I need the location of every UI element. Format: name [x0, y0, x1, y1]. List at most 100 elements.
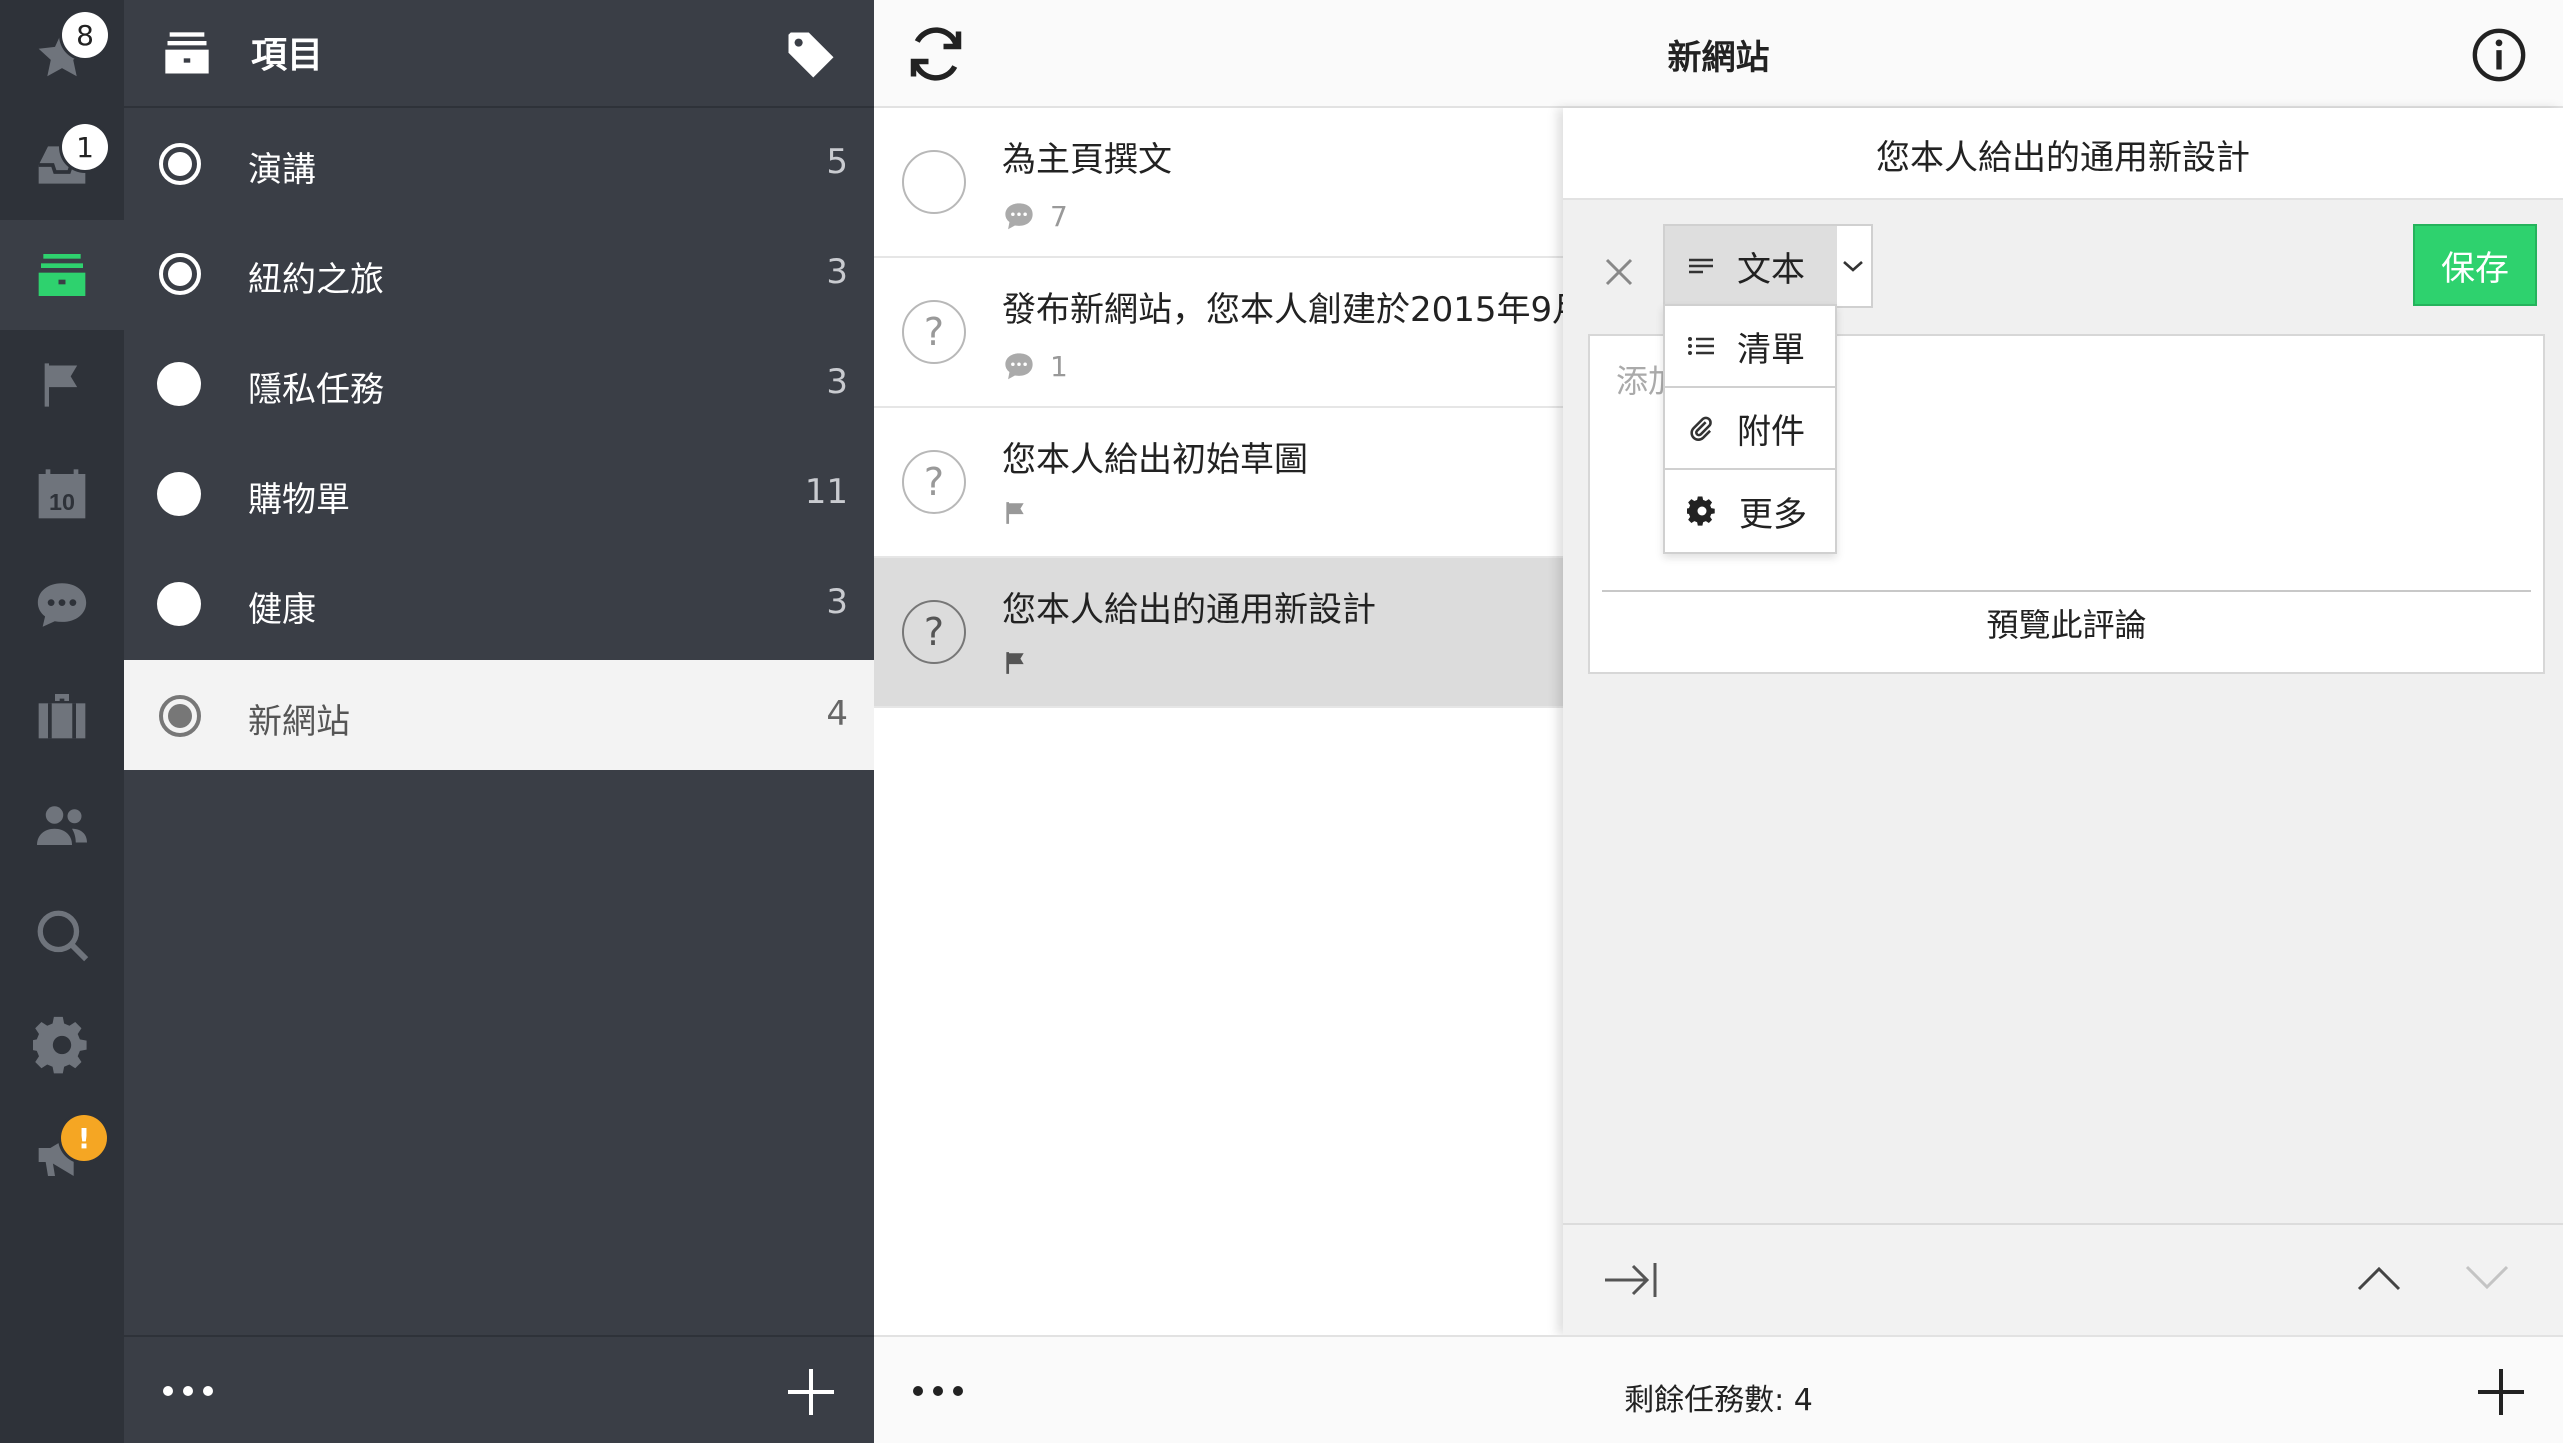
briefcase-icon — [38, 694, 86, 739]
paperclip-icon — [1690, 416, 1712, 441]
rail-calendar-button[interactable]: 10 — [0, 440, 124, 550]
task-meta: 7 — [1002, 200, 1068, 233]
preview-comment-button[interactable]: 預覽此評論 — [1602, 590, 2531, 670]
comment-type-menu: 清單 附件 更多 — [1663, 304, 1837, 554]
rail-settings-button[interactable] — [0, 990, 124, 1100]
option-label: 清單 — [1737, 329, 1805, 370]
add-task-icon[interactable] — [2474, 1365, 2528, 1419]
project-ring-icon — [159, 253, 201, 295]
project-count: 5 — [826, 142, 848, 182]
task-item[interactable]: ? 發布新網站，您本人創建於2015年9月 1 — [874, 258, 1564, 408]
gear-icon — [1687, 496, 1715, 526]
task-item[interactable]: 為主頁撰文 7 — [874, 108, 1564, 258]
calendar-day: 10 — [49, 489, 75, 515]
next-task-icon[interactable] — [2463, 1263, 2511, 1293]
task-footer: 剩餘任務數: 4 — [874, 1335, 2563, 1443]
news-alert-badge: ! — [61, 1115, 107, 1161]
projects-header: 項目 — [124, 0, 874, 108]
project-item-health[interactable]: 健康 3 — [124, 548, 874, 658]
calendar-icon: 10 — [38, 469, 86, 519]
task-meta — [1002, 650, 1028, 676]
type-option-more[interactable]: 更多 — [1665, 470, 1835, 552]
close-icon[interactable] — [1593, 246, 1645, 298]
project-item-new-website[interactable]: 新網站 4 — [124, 660, 874, 770]
project-label: 演講 — [248, 150, 316, 190]
project-ring-icon — [159, 143, 201, 185]
rail-starred-button[interactable]: 8 — [0, 0, 124, 110]
starred-badge: 8 — [62, 12, 108, 58]
previous-task-icon[interactable] — [2355, 1263, 2403, 1293]
task-status-question[interactable]: ? — [902, 600, 966, 664]
task-title: 您本人給出初始草圖 — [1002, 440, 1308, 480]
tag-icon[interactable] — [784, 28, 838, 82]
task-title: 您本人給出的通用新設計 — [1002, 590, 1376, 630]
projects-panel: 項目 演講 5 紐約之旅 3 隱私任務 3 購物單 11 健康 3 新網站 4 — [124, 0, 874, 1443]
comment-count: 7 — [1050, 200, 1068, 233]
project-label: 紐約之旅 — [248, 260, 384, 300]
detail-panel: 您本人給出的通用新設計 添加 預覽此評論 文本 清單 附件 更多 保存 — [1563, 108, 2563, 1335]
task-title: 發布新網站，您本人創建於2015年9月 — [1002, 290, 1564, 330]
project-item-nyc-trip[interactable]: 紐約之旅 3 — [124, 218, 874, 328]
more-icon[interactable] — [158, 1375, 218, 1407]
add-project-icon[interactable] — [784, 1365, 838, 1419]
rail-chat-button[interactable] — [0, 550, 124, 660]
type-option-list[interactable]: 清單 — [1665, 306, 1835, 388]
project-count: 3 — [826, 252, 848, 292]
task-meta: 1 — [1002, 350, 1068, 383]
gear-icon — [33, 1016, 87, 1074]
info-icon[interactable] — [2470, 26, 2528, 84]
list-icon — [1688, 337, 1714, 355]
projects-footer — [124, 1335, 874, 1443]
search-icon — [37, 910, 89, 962]
task-item-selected[interactable]: ? 您本人給出的通用新設計 — [874, 558, 1564, 708]
project-count: 3 — [826, 362, 848, 402]
detail-footer — [1563, 1223, 2563, 1335]
project-count: 4 — [826, 694, 848, 734]
project-dot-icon — [157, 362, 201, 406]
comment-type-selected[interactable]: 文本 — [1665, 226, 1837, 306]
flag-icon — [1006, 652, 1024, 674]
rail-search-button[interactable] — [0, 880, 124, 990]
type-dropdown-caret[interactable] — [1835, 226, 1871, 306]
rail-news-button[interactable]: ! — [0, 1100, 124, 1210]
projects-icon — [38, 254, 86, 296]
task-list: 為主頁撰文 7 ? 發布新網站，您本人創建於2015年9月 1 ? 您本人給出初… — [874, 108, 1564, 1335]
projects-header-icon — [165, 32, 209, 74]
rail-review-button[interactable] — [0, 660, 124, 770]
rail-people-button[interactable] — [0, 770, 124, 880]
rail-projects-button[interactable] — [0, 220, 124, 330]
comment-type-select[interactable]: 文本 — [1663, 224, 1873, 308]
task-status-question[interactable]: ? — [902, 300, 966, 364]
project-count: 11 — [804, 472, 848, 512]
project-label: 新網站 — [248, 702, 350, 742]
project-count: 3 — [826, 582, 848, 622]
task-title: 為主頁撰文 — [1002, 140, 1172, 180]
inbox-badge: 1 — [62, 124, 108, 170]
project-dot-icon — [157, 582, 201, 626]
task-checkbox[interactable] — [902, 150, 966, 214]
task-item[interactable]: ? 您本人給出初始草圖 — [874, 408, 1564, 558]
task-status-question[interactable]: ? — [902, 450, 966, 514]
save-button[interactable]: 保存 — [2413, 224, 2537, 306]
project-item-shopping[interactable]: 購物單 11 — [124, 438, 874, 548]
rail-inbox-button[interactable]: 1 — [0, 110, 124, 220]
option-label: 更多 — [1739, 494, 1807, 535]
type-option-attachment[interactable]: 附件 — [1665, 388, 1835, 470]
projects-title: 項目 — [251, 35, 324, 76]
option-label: 附件 — [1737, 411, 1805, 452]
page-title: 新網站 — [1667, 38, 1770, 78]
text-lines-icon — [1689, 258, 1713, 274]
collapse-panel-icon[interactable] — [1601, 1255, 1659, 1305]
chat-icon — [37, 583, 87, 627]
comment-icon — [1005, 352, 1033, 379]
comment-icon — [1005, 202, 1033, 229]
comment-type-label: 文本 — [1737, 249, 1805, 290]
detail-title: 您本人給出的通用新設計 — [1876, 138, 2250, 178]
rail-flagged-button[interactable] — [0, 330, 124, 440]
people-icon — [37, 806, 87, 845]
chevron-down-icon — [1843, 261, 1863, 272]
project-item-speech[interactable]: 演講 5 — [124, 108, 874, 218]
project-label: 健康 — [248, 590, 316, 630]
project-item-private[interactable]: 隱私任務 3 — [124, 328, 874, 438]
project-dot-icon — [157, 472, 201, 516]
